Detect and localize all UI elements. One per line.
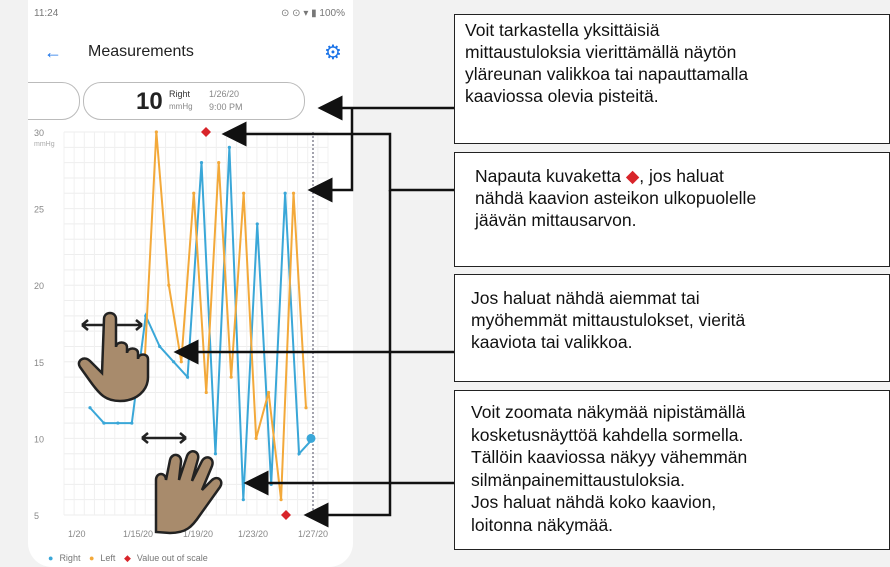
callout-zoom: Voit zoomata näkymää nipistämällä kosket… [454, 390, 890, 550]
callout-4-line-5: Jos haluat nähdä koko kaavion, [471, 492, 717, 512]
callout-2-pre: Napauta kuvaketta [475, 166, 621, 186]
callout-4-line-3: Tällöin kaaviossa näkyy vähemmän [471, 447, 748, 467]
callout-4-line-4: silmänpainemittaustuloksia. [471, 469, 685, 490]
callout-3-line-1: Jos haluat nähdä aiemmat tai [471, 288, 700, 308]
callout-1-line-2: mittaustuloksia vierittämällä näytön [465, 42, 737, 62]
callout-1-line-1: Voit tarkastella yksittäisiä [465, 20, 660, 40]
red-diamond-icon: ◆ [625, 166, 640, 186]
callout-scroll: Jos haluat nähdä aiemmat tai myöhemmät m… [454, 274, 890, 382]
callout-4-line-6: loitonna näkymää. [471, 514, 614, 535]
callout-1-line-3: yläreunan valikkoa tai napauttamalla [465, 64, 749, 84]
callout-4-line-1: Voit zoomata näkymää nipistämällä [471, 402, 746, 422]
callout-3-line-2: myöhemmät mittaustulokset, vieritä [471, 310, 746, 330]
callout-2-line-2: nähdä kaavion asteikon ulkopuolelle [475, 188, 757, 208]
callout-1-line-4: kaaviossa olevia pisteitä. [465, 86, 659, 106]
callout-2-line-3: jäävän mittausarvon. [475, 210, 637, 230]
callout-2-post: , jos haluat [639, 166, 724, 186]
callout-3-line-3: kaaviota tai valikkoa. [471, 332, 633, 352]
callout-select-point: Voit tarkastella yksittäisiä mittaustulo… [454, 14, 890, 144]
callout-4-line-2: kosketusnäyttöä kahdella sormella. [471, 424, 744, 445]
callout-out-of-scale: Napauta kuvaketta ◆, jos haluat nähdä ka… [454, 152, 890, 267]
